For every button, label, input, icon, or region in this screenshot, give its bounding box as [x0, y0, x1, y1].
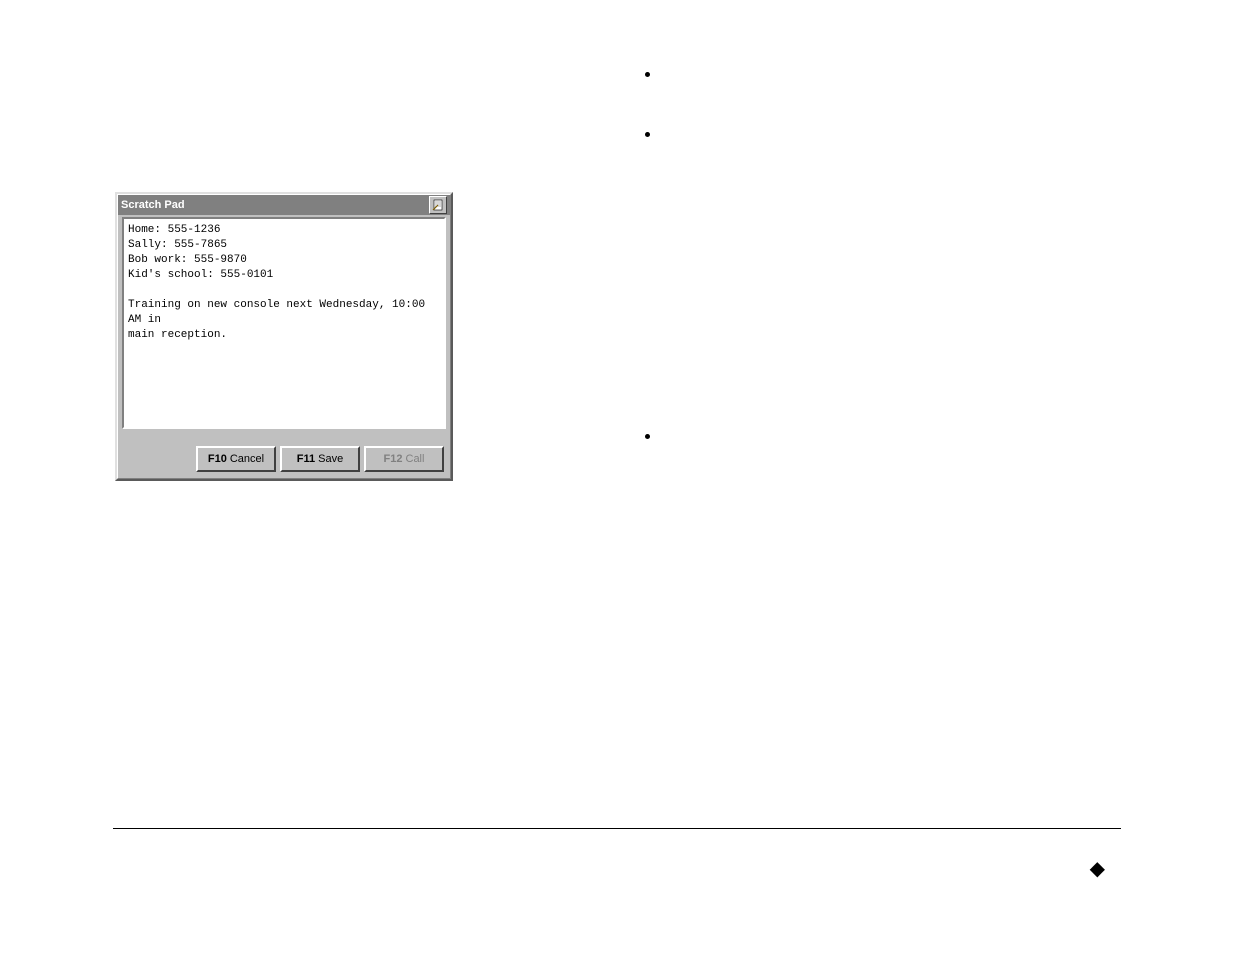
footer-right: Using the tools 85: [1016, 840, 1122, 854]
list-item-text: To erase the contents of your Scratch Pa…: [665, 432, 1122, 467]
list-item: To close the Scratch Pad without saving …: [635, 68, 1125, 88]
save-button[interactable]: F11 Save: [280, 446, 360, 472]
notepad-icon[interactable]: [429, 196, 447, 214]
call-label: Call: [406, 453, 425, 465]
list-item: To erase the contents of your Scratch Pa…: [635, 430, 1125, 470]
bullet-icon: [645, 434, 650, 439]
bullet-icon: [645, 132, 650, 137]
scratch-pad-textarea[interactable]: [122, 217, 446, 429]
instruction-column: To close the Scratch Pad without saving …: [635, 68, 1125, 511]
notes-area-wrap: [118, 215, 450, 434]
list-item: To save your notes and close the Scratch…: [635, 128, 1125, 148]
dialog-inner: Scratch Pad F10 Cancel: [117, 194, 451, 479]
dialog-button-row: F10 Cancel F11 Save F12 Call: [118, 434, 450, 478]
page-number: 85: [1109, 840, 1122, 854]
titlebar: Scratch Pad: [118, 195, 450, 215]
list-item-text: To close the Scratch Pad without saving …: [665, 70, 1104, 85]
scratch-pad-dialog: Scratch Pad F10 Cancel: [115, 192, 453, 481]
footer-left: Meridian Integrated Console User Guide: [113, 840, 328, 854]
list-item-text: To save your notes and close the Scratch…: [665, 130, 1074, 145]
save-label: Save: [318, 453, 343, 465]
bullet-icon: [645, 72, 650, 77]
call-key: F12: [384, 453, 403, 465]
cancel-label: Cancel: [230, 453, 264, 465]
document-page: Scratch Pad Scratch Pad: [0, 0, 1235, 954]
save-key: F11: [297, 453, 315, 465]
cancel-key: F10: [208, 453, 227, 465]
side-section-label: Scratch Pad: [60, 316, 72, 380]
footer-section: Using the tools: [1016, 840, 1095, 854]
section-intro: To do Scratch Pad maintenance, your Scra…: [635, 396, 1125, 416]
call-button[interactable]: F12 Call: [364, 446, 444, 472]
section-heading: Scratch Pad maintenance: [635, 358, 1125, 386]
footer-rule: [113, 828, 1121, 829]
diamond-icon: ◆: [1090, 856, 1105, 881]
window-title: Scratch Pad: [121, 199, 185, 211]
cancel-button[interactable]: F10 Cancel: [196, 446, 276, 472]
